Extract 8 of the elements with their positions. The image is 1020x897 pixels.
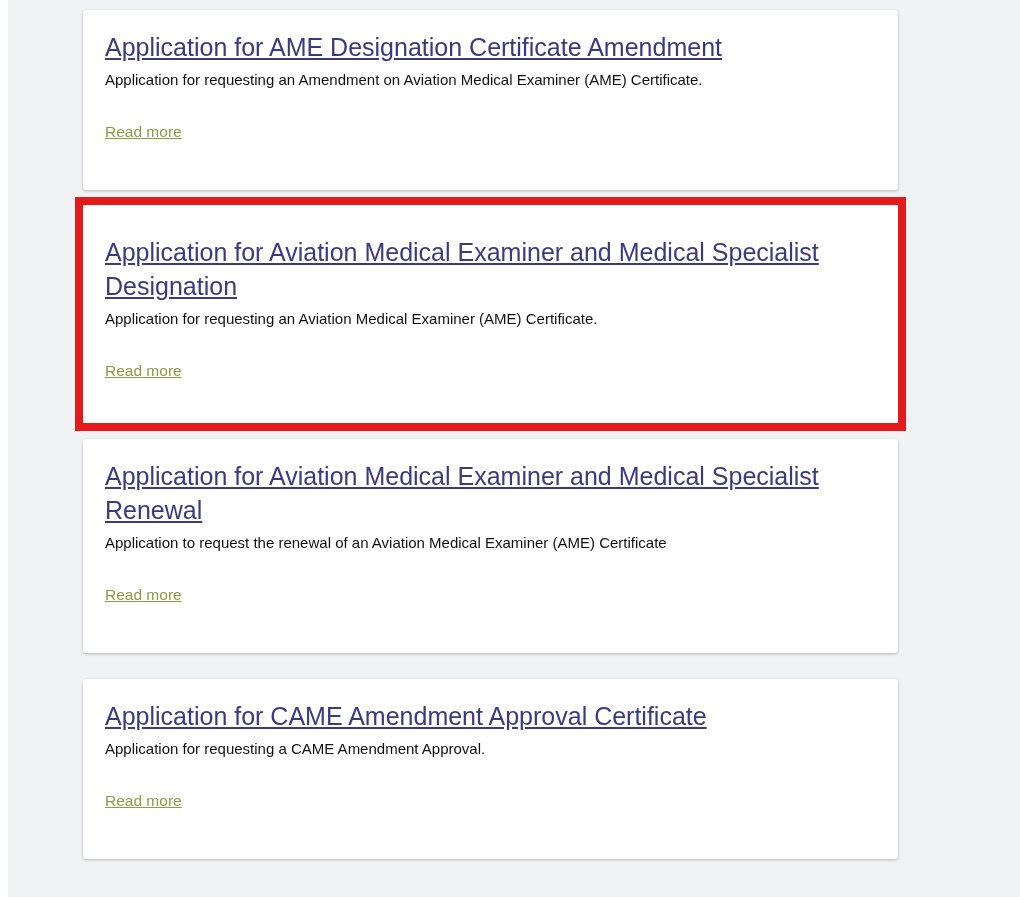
card-title-link[interactable]: Application for CAME Amendment Approval Certificate	[105, 699, 707, 733]
card-description: Application for requesting an Amendment on Aviation Medical Examiner (AME) Certificate.	[105, 70, 704, 90]
card-description: Application for requesting a CAME Amendment Approval.	[105, 739, 487, 759]
card-description: Application for requesting an Aviation Medical Examiner (AME) Certificate.	[105, 309, 599, 329]
card-title-link[interactable]: Application for Aviation Medical Examiner and Medical Specialist Designation	[105, 235, 876, 303]
card-title-link[interactable]: Application for AME Designation Certificate Amendment	[105, 30, 722, 64]
card-description: Application to request the renewal of an Aviation Medical Examiner (AME) Certificate	[105, 533, 668, 553]
card-title-link[interactable]: Application for Aviation Medical Examiner and Medical Specialist Renewal	[105, 459, 876, 527]
